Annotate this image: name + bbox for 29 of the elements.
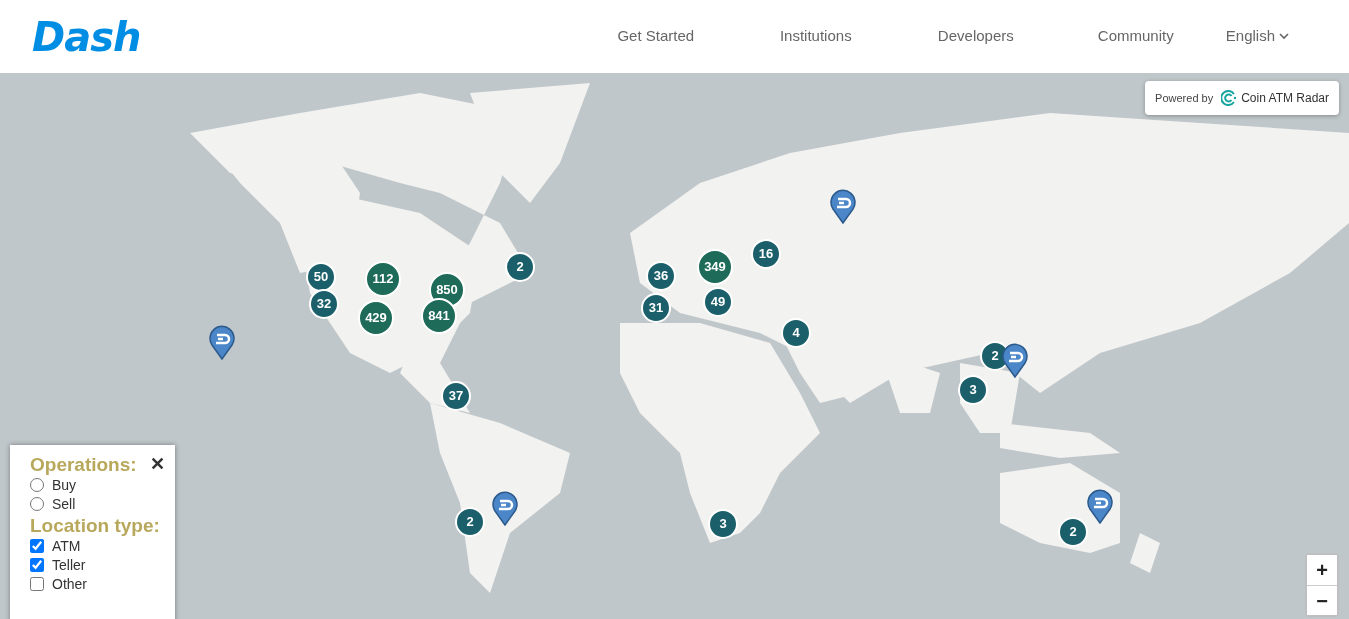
map-pin-icon[interactable] — [1002, 342, 1028, 378]
radar-logo-icon — [1221, 90, 1238, 106]
checkbox[interactable] — [30, 539, 44, 554]
map-pin-icon[interactable] — [1087, 488, 1113, 524]
map-pin-icon[interactable] — [209, 324, 235, 360]
filter-option[interactable]: Buy — [30, 475, 165, 495]
logo[interactable]: Dash — [32, 16, 141, 57]
filter-option[interactable]: Sell — [30, 494, 165, 514]
nav-link[interactable]: Get Started — [575, 25, 736, 48]
radio-button[interactable] — [30, 497, 44, 512]
radio-button[interactable] — [30, 478, 44, 493]
map-pin-icon[interactable] — [830, 188, 856, 224]
attribution-link[interactable]: Coin ATM Radar — [1221, 89, 1329, 107]
language-selector[interactable]: English — [1225, 25, 1289, 48]
checkbox[interactable] — [30, 577, 44, 592]
filter-option[interactable]: ATM — [30, 536, 165, 556]
nav-link[interactable]: Community — [1055, 25, 1216, 48]
filter-heading: Operations: — [30, 455, 137, 476]
map-pin-icon[interactable] — [492, 490, 518, 526]
nav-link[interactable]: Developers — [895, 25, 1056, 48]
checkbox[interactable] — [30, 558, 44, 573]
close-button[interactable]: ✕ — [150, 451, 165, 478]
chevron-down-icon — [1279, 33, 1289, 40]
attribution-text: Powered by — [1155, 90, 1214, 106]
filter-option[interactable]: Other — [30, 574, 165, 594]
zoom-out-button[interactable]: − — [1307, 585, 1337, 615]
nav-link[interactable]: Institutions — [735, 25, 896, 48]
filter-option[interactable]: Teller — [30, 555, 165, 575]
filter-heading: Location type: — [30, 515, 160, 537]
